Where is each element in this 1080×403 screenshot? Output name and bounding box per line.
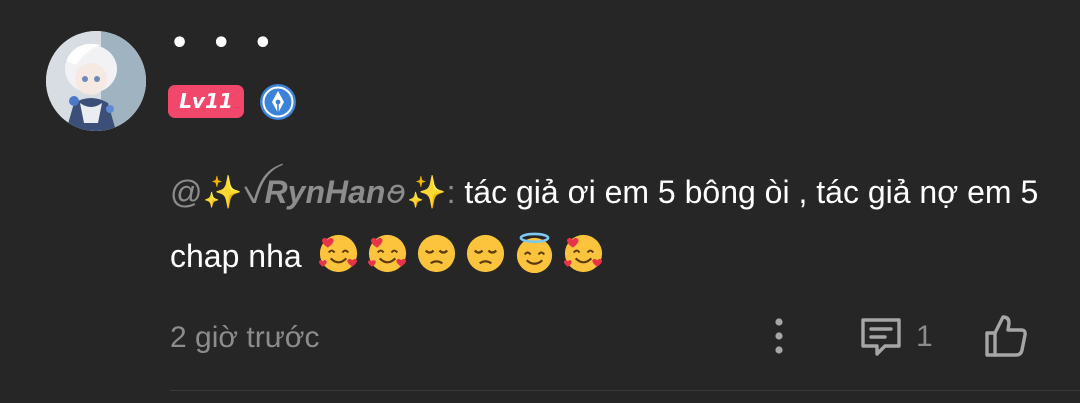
disappointed-face-icon: [417, 234, 455, 273]
reply-button[interactable]: 1: [858, 314, 948, 360]
mention-prefix: @✨ꪜ: [170, 174, 265, 210]
reply-count: 1: [916, 320, 933, 353]
emoji-row: [317, 232, 605, 275]
smiling-face-with-hearts-icon: [367, 234, 406, 273]
mention-suffix: ꪮ✨:: [385, 174, 456, 210]
smiling-face-with-halo-icon: [516, 232, 552, 274]
avatar-image: [46, 31, 146, 131]
smiling-face-with-hearts-icon: [563, 234, 602, 273]
mention[interactable]: @✨ꪜRynHanꪮ✨:: [170, 174, 456, 210]
thumbs-up-icon[interactable]: [982, 312, 1030, 360]
username[interactable]: • • •: [170, 24, 278, 64]
comment-content: @✨ꪜRynHanꪮ✨: tác giả ơi em 5 bông òi , t…: [170, 160, 1050, 288]
level-badge: Lv11: [168, 85, 244, 118]
comment-item: • • • Lv11 @✨ꪜRynHanꪮ✨: tác giả ơi em 5 …: [0, 0, 1080, 403]
smiling-face-with-hearts-icon: [318, 234, 357, 273]
timestamp: 2 giờ trước: [170, 321, 320, 354]
disappointed-face-icon: [466, 234, 504, 273]
mention-name: RynHan: [264, 174, 386, 210]
pen-nib-badge-icon: [260, 84, 296, 120]
vertical-dots-icon[interactable]: [765, 316, 793, 356]
divider: [170, 390, 1080, 391]
avatar[interactable]: [46, 31, 146, 131]
comment-bubble-icon: [861, 318, 901, 356]
